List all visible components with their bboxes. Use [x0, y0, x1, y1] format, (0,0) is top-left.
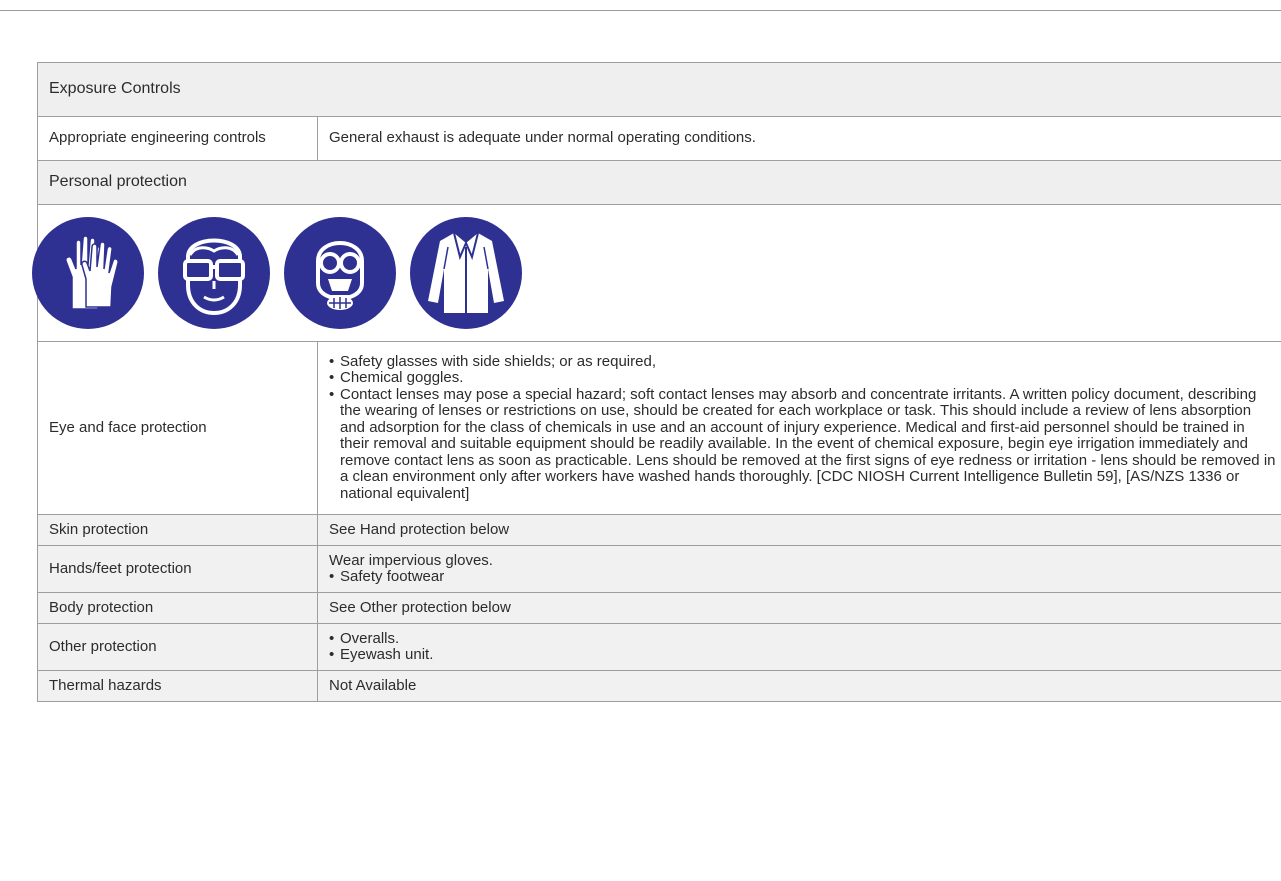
thermal-hazards-value: Not Available — [317, 670, 1281, 702]
table-row: Other protection Overalls. Eyewash unit. — [37, 623, 1281, 671]
engineering-controls-value: General exhaust is adequate under normal… — [317, 116, 1281, 161]
table-row: Appropriate engineering controls General… — [37, 116, 1281, 161]
engineering-controls-label: Appropriate engineering controls — [37, 116, 318, 161]
table-row: Hands/feet protection Wear impervious gl… — [37, 545, 1281, 593]
thermal-hazards-label: Thermal hazards — [37, 670, 318, 702]
section-header-row: Personal protection — [37, 160, 1281, 205]
safety-glasses-icon — [158, 217, 270, 329]
section-title-personal-protection: Personal protection — [37, 160, 1281, 205]
table-row: Eye and face protection Safety glasses w… — [37, 341, 1281, 515]
body-protection-label: Body protection — [37, 592, 318, 624]
table-row: Skin protection See Hand protection belo… — [37, 514, 1281, 546]
hands-feet-list: Safety footwear — [329, 568, 1276, 586]
skin-protection-value: See Hand protection below — [317, 514, 1281, 546]
section-title-exposure-controls: Exposure Controls — [37, 62, 1281, 117]
eye-face-protection-label: Eye and face protection — [37, 341, 318, 515]
skin-protection-label: Skin protection — [37, 514, 318, 546]
body-protection-value: See Other protection below — [317, 592, 1281, 624]
eye-face-protection-list: Safety glasses with side shields; or as … — [329, 353, 1276, 503]
respirator-icon — [284, 217, 396, 329]
list-item: Overalls. — [329, 630, 1276, 648]
list-item: Eyewash unit. — [329, 646, 1276, 664]
table-row: Body protection See Other protection bel… — [37, 592, 1281, 624]
other-protection-label: Other protection — [37, 623, 318, 671]
top-rule — [0, 10, 1281, 11]
list-item: Chemical goggles. — [329, 370, 1276, 387]
list-item: Safety glasses with side shields; or as … — [329, 353, 1276, 371]
exposure-controls-table: Exposure Controls Appropriate engineerin… — [32, 62, 1281, 702]
hands-feet-line: Wear impervious gloves. — [329, 551, 493, 569]
table-row: Thermal hazards Not Available — [37, 670, 1281, 702]
other-protection-list: Overalls. Eyewash unit. — [329, 630, 1276, 664]
lab-coat-icon — [410, 217, 522, 329]
list-item: Contact lenses may pose a special hazard… — [329, 386, 1276, 503]
list-item: Safety footwear — [329, 568, 1276, 586]
hands-feet-protection-label: Hands/feet protection — [37, 545, 318, 593]
ppe-icons-row — [32, 204, 1281, 342]
section-header-row: Exposure Controls — [37, 62, 1281, 117]
gloves-icon — [32, 217, 144, 329]
